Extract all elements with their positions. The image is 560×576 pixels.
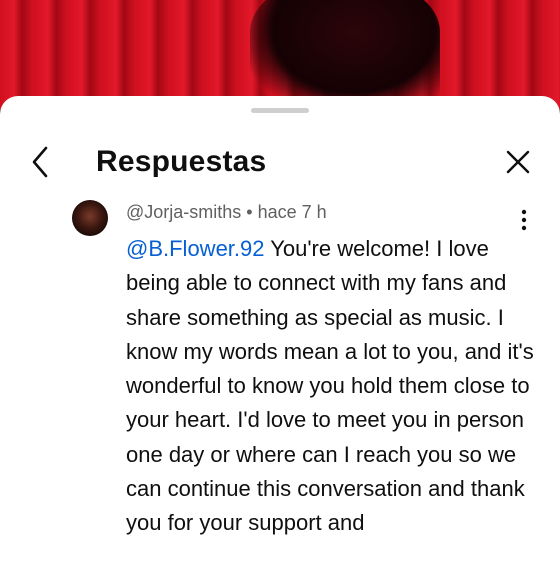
mention-link[interactable]: @B.Flower.92 [126,236,265,261]
avatar[interactable] [72,200,108,236]
performer-silhouette [250,0,440,110]
back-button[interactable] [22,142,62,182]
comment-meta: @Jorja-smiths • hace 7 h [126,200,327,224]
more-vertical-icon [521,209,527,231]
video-player-background [0,0,560,110]
comment-body: You're welcome! I love being able to con… [126,236,534,536]
replies-header: Respuestas [0,124,560,200]
page-title: Respuestas [96,145,267,178]
comment-text: @B.Flower.92 You're welcome! I love bein… [126,232,536,541]
close-icon [506,150,530,174]
sheet-drag-handle[interactable] [251,108,309,113]
comment-time: hace 7 h [257,202,327,222]
meta-separator: • [241,202,258,222]
close-button[interactable] [498,142,538,182]
comment-author[interactable]: @Jorja-smiths [126,202,241,222]
more-options-button[interactable] [512,206,536,234]
replies-sheet: Respuestas @Jorja-smiths • hace 7 h @B.F… [0,96,560,576]
chevron-left-icon [32,146,48,178]
